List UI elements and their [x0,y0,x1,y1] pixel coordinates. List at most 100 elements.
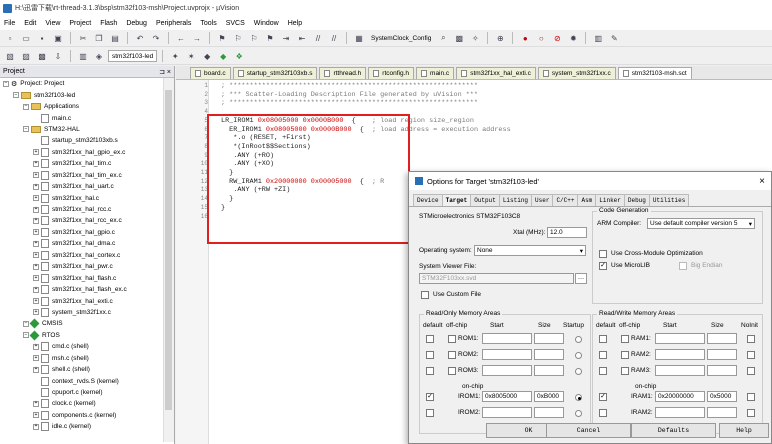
tree-item[interactable]: − STM32-HAL [0,124,174,135]
cancel-button[interactable]: Cancel [546,423,631,438]
tree-item[interactable]: +cpuport.c (kernel) [0,387,174,398]
new-file-icon[interactable]: ▫ [3,32,17,45]
rom-start-input[interactable] [482,407,532,418]
rom-startup-radio[interactable] [575,368,582,375]
expand-toggle-icon[interactable]: + [33,355,39,362]
expand-toggle-icon[interactable]: + [33,206,39,213]
defaults-button[interactable]: Defaults [631,423,716,438]
menu-tools[interactable]: Tools [200,20,216,27]
ram-start-input[interactable] [655,365,705,376]
dialog-tab[interactable]: Output [470,194,500,206]
rom-size-input[interactable] [534,407,564,418]
rom-startup-radio[interactable] [575,336,582,343]
rom-default-checkbox[interactable] [426,367,434,375]
tree-item[interactable]: + clock.c (kernel) [0,398,174,409]
function-combo[interactable]: SystemClock_Config [368,35,434,42]
paste-icon[interactable]: ▤ [108,32,122,45]
use-custom-file-checkbox[interactable] [421,291,429,299]
pack-installer-icon[interactable]: ◆ [216,50,230,63]
tree-item[interactable]: + stm32f1xx_hal_rcc_ex.c [0,215,174,226]
dialog-tab[interactable]: Device [413,194,443,206]
expand-toggle-icon[interactable]: + [33,229,39,236]
rom-size-input[interactable] [534,365,564,376]
dialog-tab[interactable]: C/C++ [552,194,579,206]
collapse-toggle-icon[interactable]: − [23,126,29,133]
tree-item[interactable]: + stm32f1xx_hal_cortex.c [0,250,174,261]
collapse-toggle-icon[interactable]: − [23,103,29,110]
bookmark-clear-icon[interactable]: ⚑ [263,32,277,45]
ram-start-input[interactable] [655,333,705,344]
tree-item[interactable]: + system_stm32f1xx.c [0,307,174,318]
tree-item[interactable]: + stm32f1xx_hal_gpio.c [0,227,174,238]
redo-icon[interactable]: ↷ [149,32,163,45]
code-line[interactable]: ; *** Scatter-Loading Description File g… [221,91,478,99]
expand-toggle-icon[interactable]: + [33,309,39,316]
expand-toggle-icon[interactable]: + [33,195,39,202]
tree-item[interactable]: + stm32f1xx_hal_tim.c [0,158,174,169]
dialog-tab[interactable]: Listing [498,194,533,206]
rom-startup-radio[interactable] [575,394,582,401]
ram-default-checkbox[interactable] [599,335,607,343]
menu-project[interactable]: Project [69,20,91,27]
ram-noinit-checkbox[interactable] [747,393,755,401]
collapse-toggle-icon[interactable]: − [23,320,29,327]
ram-noinit-checkbox[interactable] [747,409,755,417]
menu-window[interactable]: Window [254,20,279,27]
tree-item[interactable]: + stm32f1xx_hal_exti.c [0,295,174,306]
menu-view[interactable]: View [45,20,60,27]
expand-toggle-icon[interactable]: + [33,275,39,282]
dialog-close-icon[interactable]: × [759,176,765,187]
rom-default-checkbox[interactable] [426,335,434,343]
microlib-checkbox[interactable]: ✓ [599,262,607,270]
tree-item[interactable]: − stm32f103-led [0,89,174,100]
uncomment-icon[interactable]: // [327,32,341,45]
code-line[interactable]: ; **************************************… [221,99,478,107]
expand-toggle-icon[interactable]: + [33,423,39,430]
download-icon[interactable]: ⇩ [51,50,65,63]
manage-components-icon[interactable]: ✶ [184,50,198,63]
ram-noinit-checkbox[interactable] [747,367,755,375]
menu-peripherals[interactable]: Peripherals [156,20,191,27]
editor-tab[interactable]: startup_stm32f103xb.s [232,67,318,79]
breakpoint-clear-icon[interactable]: ⊘ [550,32,564,45]
dialog-tab[interactable]: Linker [595,194,625,206]
tree-item[interactable]: − Applications [0,101,174,112]
tree-item[interactable]: + cmd.c (shell) [0,341,174,352]
editor-tab[interactable]: stm32f103-msh.sct [617,67,692,79]
tree-item[interactable]: − RTOS [0,330,174,341]
ram-default-checkbox[interactable] [599,367,607,375]
expand-toggle-icon[interactable]: + [33,298,39,305]
bookmark-icon[interactable]: ⚑ [215,32,229,45]
xtal-input[interactable]: 12.0 [547,227,587,238]
expand-toggle-icon[interactable]: + [33,286,39,293]
rom-offchip-checkbox[interactable] [448,367,456,375]
undo-icon[interactable]: ↶ [133,32,147,45]
ram-start-input[interactable] [655,407,705,418]
bookmark-next-icon[interactable]: ⚐ [247,32,261,45]
comment-icon[interactable]: // [311,32,325,45]
code-line[interactable]: ; **************************************… [221,82,478,90]
tree-item[interactable]: + stm32f1xx_hal_gpio_ex.c [0,147,174,158]
big-endian-checkbox[interactable] [679,262,687,270]
ram-offchip-checkbox[interactable] [621,351,629,359]
rom-start-input[interactable] [482,333,532,344]
expand-toggle-icon[interactable]: + [33,412,39,419]
collapse-toggle-icon[interactable]: − [13,92,19,99]
manage-rte-icon[interactable]: ❖ [232,50,246,63]
tree-item[interactable]: + stm32f1xx_hal.c [0,192,174,203]
tree-item[interactable]: + stm32f1xx_hal_pwr.c [0,261,174,272]
collapse-toggle-icon[interactable]: − [23,332,29,339]
tree-item[interactable]: + stm32f1xx_hal_rcc.c [0,204,174,215]
ram-default-checkbox[interactable]: ✓ [599,393,607,401]
menu-edit[interactable]: Edit [24,20,36,27]
help-button[interactable]: Help [719,423,769,438]
menu-debug[interactable]: Debug [126,20,147,27]
rom-default-checkbox[interactable] [426,351,434,359]
ram-size-input[interactable] [707,349,737,360]
ram-size-input[interactable] [707,407,737,418]
project-scrollbar-thumb[interactable] [165,90,172,410]
tree-item[interactable]: + stm32f1xx_hal_flash_ex.c [0,284,174,295]
tree-item[interactable]: + shell.c (shell) [0,364,174,375]
target-select[interactable]: stm32f103-led [108,50,158,62]
expand-toggle-icon[interactable]: + [33,400,39,407]
